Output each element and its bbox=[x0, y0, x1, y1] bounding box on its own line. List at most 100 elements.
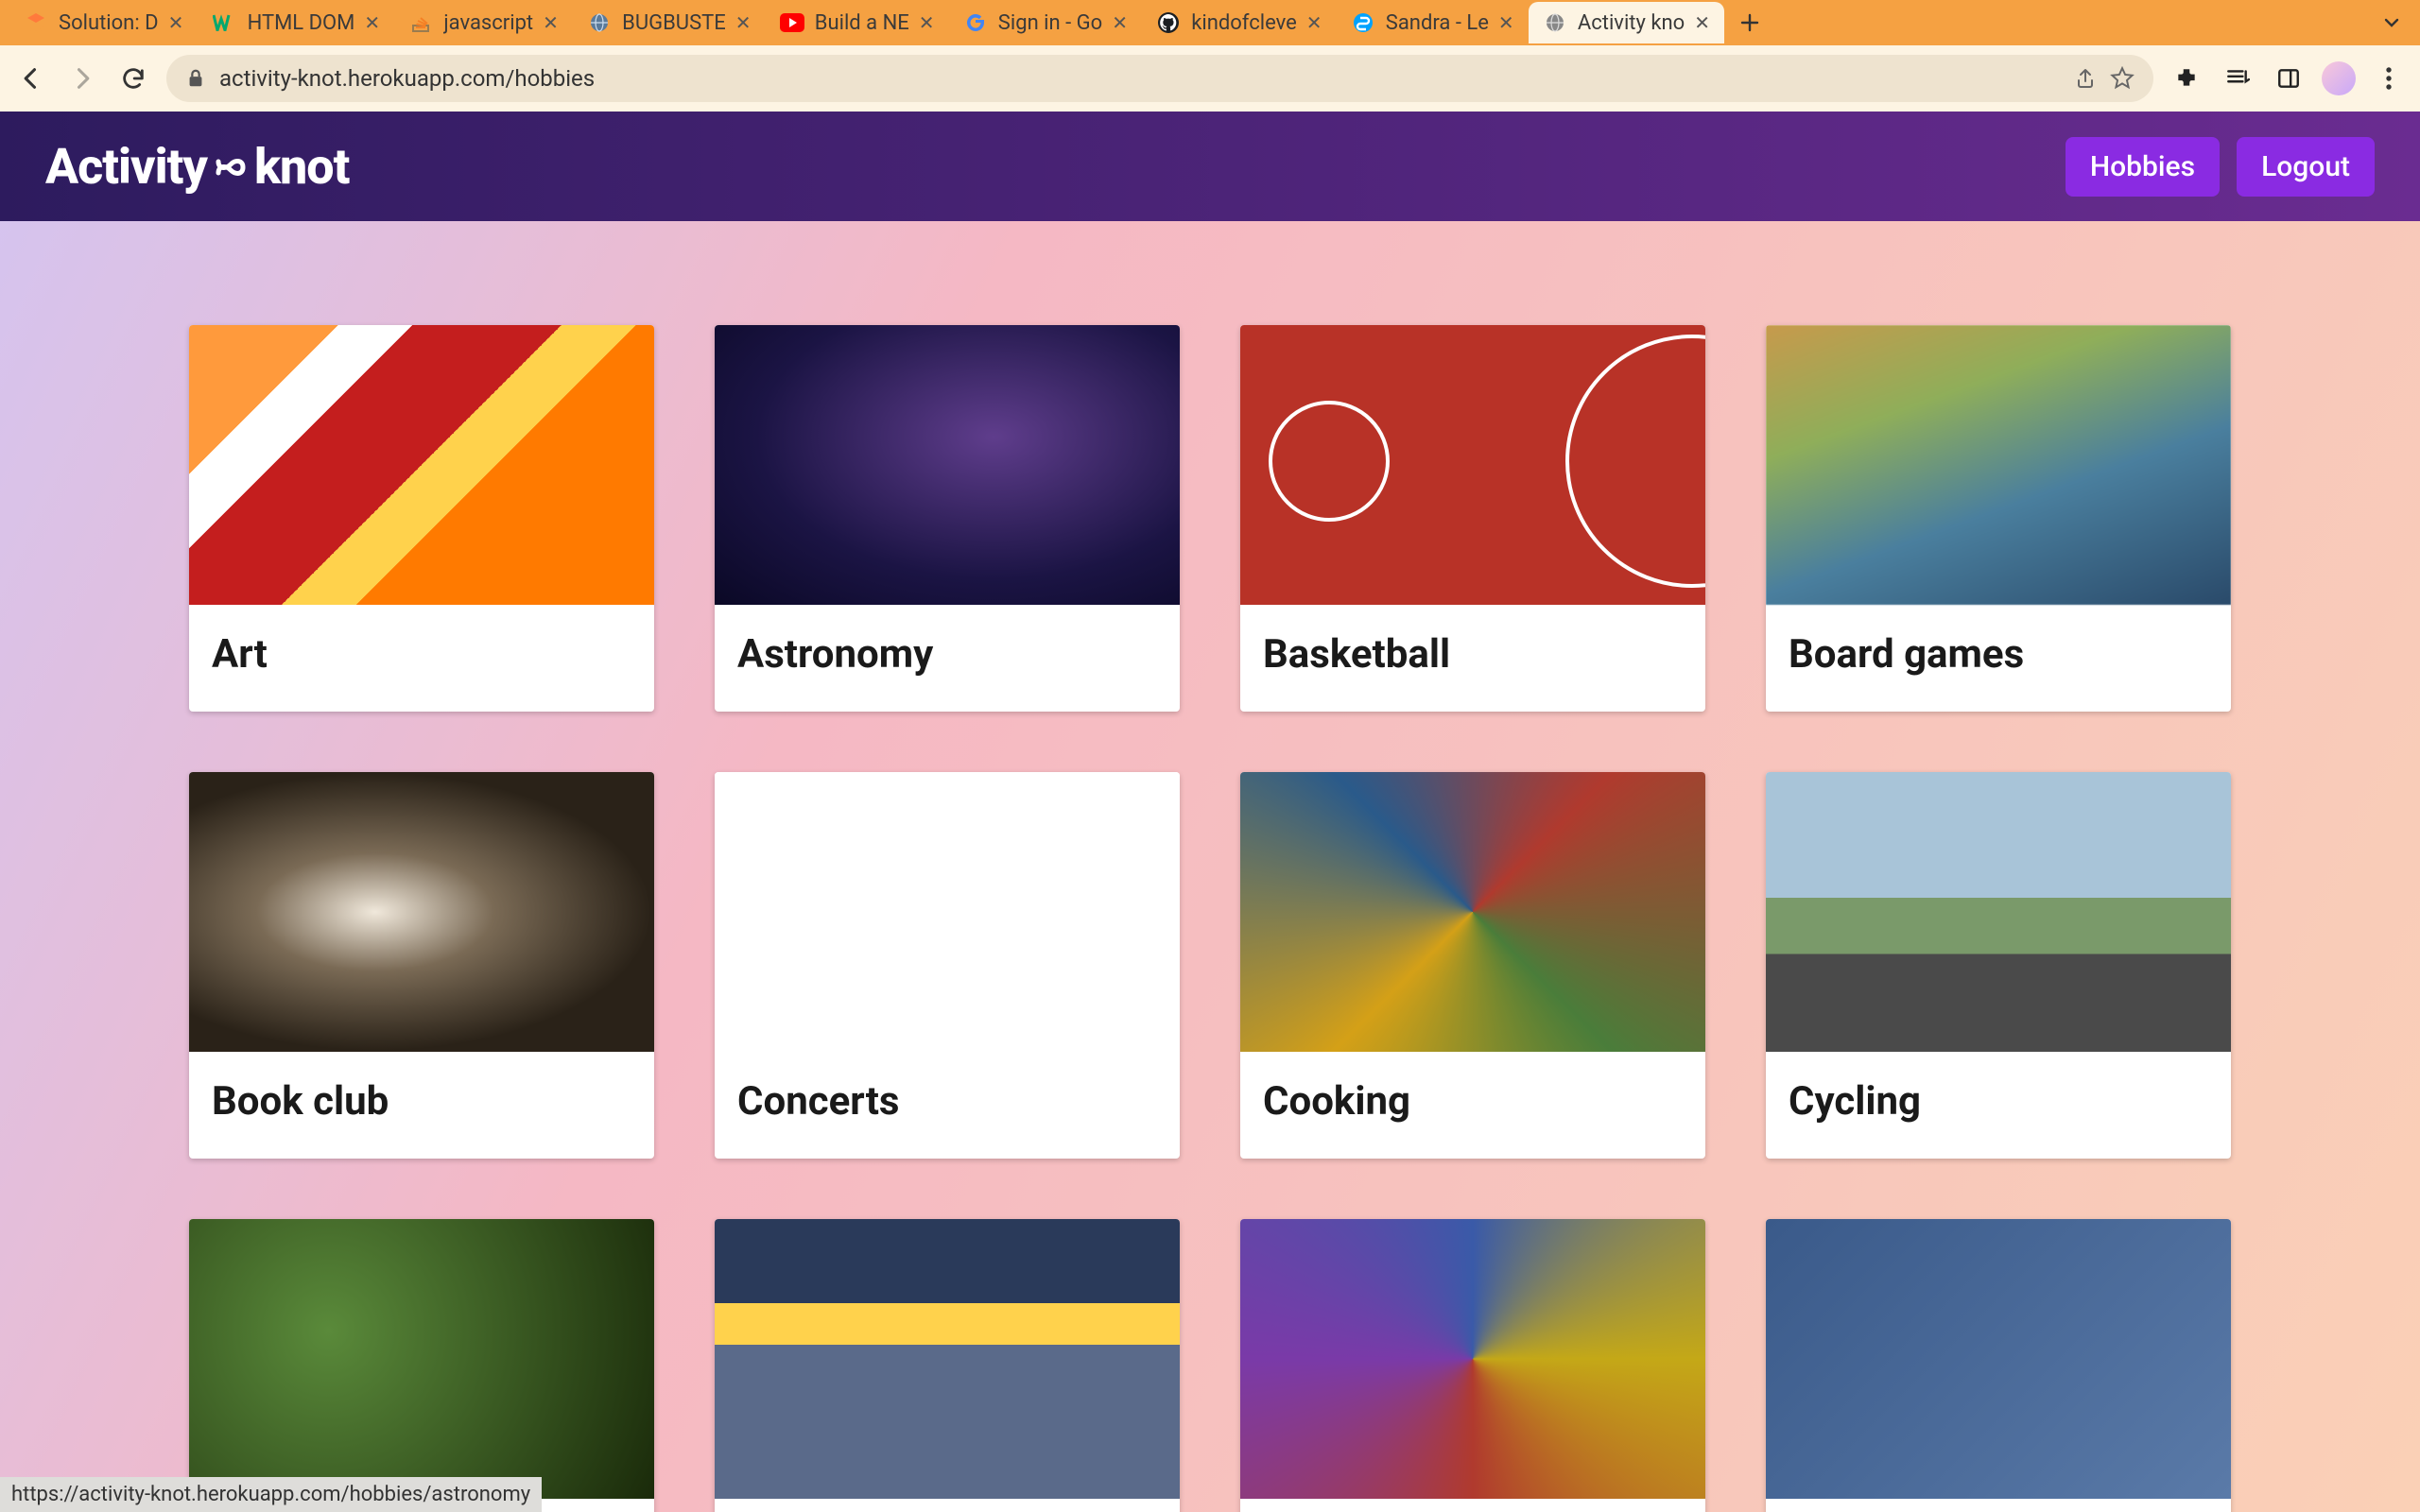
tab-favicon-icon bbox=[23, 9, 49, 36]
hobby-thumbnail bbox=[715, 772, 1180, 1052]
logo-text-a: Activity bbox=[45, 138, 207, 196]
hobby-label: Board games bbox=[1766, 605, 2231, 712]
browser-tab[interactable]: BUGBUSTE ✕ bbox=[573, 2, 766, 43]
hobby-thumbnail bbox=[189, 325, 654, 605]
tab-favicon-icon bbox=[1155, 9, 1182, 36]
hobby-card[interactable] bbox=[1766, 1219, 2231, 1512]
hobby-thumbnail bbox=[1240, 1219, 1705, 1499]
browser-tab[interactable]: Sign in - Go ✕ bbox=[949, 2, 1142, 43]
tab-title: Sandra - Le bbox=[1386, 11, 1489, 35]
url-text: activity-knot.herokuapp.com/hobbies bbox=[219, 65, 2061, 92]
browser-tab[interactable]: kindofcleve ✕ bbox=[1142, 2, 1337, 43]
tab-close-icon[interactable]: ✕ bbox=[919, 11, 936, 34]
tab-close-icon[interactable]: ✕ bbox=[168, 11, 185, 34]
tab-title: Build a NE bbox=[815, 11, 909, 35]
tab-favicon-icon bbox=[1350, 9, 1376, 36]
lock-icon bbox=[185, 68, 206, 89]
bookmark-star-icon[interactable] bbox=[2110, 66, 2135, 91]
hobby-thumbnail bbox=[189, 1219, 654, 1499]
logo-text-b: knot bbox=[254, 138, 349, 196]
hobby-label: Basketball bbox=[1240, 605, 1705, 712]
hobby-label: Cooking bbox=[1240, 1052, 1705, 1159]
hobby-grid: Art Astronomy Basketball Board games Book cl… bbox=[0, 221, 2420, 1512]
nav-right: Hobbies Logout bbox=[2066, 137, 2375, 197]
browser-chrome: Solution: D✕HTML DOM✕javascript✕BUGBUSTE… bbox=[0, 0, 2420, 112]
nav-link-hobbies[interactable]: Hobbies bbox=[2066, 137, 2220, 197]
tab-close-icon[interactable]: ✕ bbox=[364, 11, 381, 34]
hobby-card[interactable]: Board games bbox=[1766, 325, 2231, 712]
browser-tab[interactable]: Sandra - Le ✕ bbox=[1337, 2, 1529, 43]
hobby-label bbox=[715, 1499, 1180, 1512]
tab-favicon-icon bbox=[586, 9, 613, 36]
browser-tab[interactable]: Solution: D ✕ bbox=[9, 2, 199, 43]
back-button[interactable] bbox=[13, 60, 49, 96]
status-bar: https://activity-knot.herokuapp.com/hobb… bbox=[0, 1477, 542, 1512]
hobby-thumbnail bbox=[1766, 325, 2231, 605]
tab-favicon-icon bbox=[407, 9, 434, 36]
hobby-card[interactable]: Basketball bbox=[1240, 325, 1705, 712]
kebab-menu-icon[interactable] bbox=[2371, 60, 2407, 96]
hobby-label: Cycling bbox=[1766, 1052, 2231, 1159]
hobby-label bbox=[1766, 1499, 2231, 1512]
hobby-card[interactable]: Concerts bbox=[715, 772, 1180, 1159]
tab-favicon-icon bbox=[779, 9, 805, 36]
new-tab-button[interactable] bbox=[1734, 7, 1766, 39]
app-navbar: Activity knot Hobbies Logout bbox=[0, 112, 2420, 221]
knot-icon bbox=[209, 145, 252, 188]
tab-favicon-icon bbox=[1542, 9, 1568, 36]
hobby-thumbnail bbox=[1240, 325, 1705, 605]
side-panel-icon[interactable] bbox=[2271, 60, 2307, 96]
hobby-card[interactable]: Cooking bbox=[1240, 772, 1705, 1159]
tab-title: Solution: D bbox=[59, 11, 159, 35]
hobby-card[interactable]: Astronomy bbox=[715, 325, 1180, 712]
address-bar[interactable]: activity-knot.herokuapp.com/hobbies bbox=[166, 55, 2153, 102]
tab-close-icon[interactable]: ✕ bbox=[1112, 11, 1129, 34]
tab-close-icon[interactable]: ✕ bbox=[735, 11, 752, 34]
hobby-label: Concerts bbox=[715, 1052, 1180, 1159]
browser-tab[interactable]: javascript ✕ bbox=[394, 2, 573, 43]
browser-toolbar: activity-knot.herokuapp.com/hobbies bbox=[0, 45, 2420, 112]
tab-title: javascript bbox=[443, 11, 533, 35]
forward-button[interactable] bbox=[64, 60, 100, 96]
hobby-label: Astronomy bbox=[715, 605, 1180, 712]
tabs-dropdown-button[interactable] bbox=[2373, 4, 2411, 42]
browser-tab[interactable]: Build a NE ✕ bbox=[766, 2, 949, 43]
hobby-thumbnail bbox=[1240, 772, 1705, 1052]
tab-close-icon[interactable]: ✕ bbox=[1498, 11, 1515, 34]
tab-close-icon[interactable]: ✕ bbox=[1694, 11, 1711, 34]
extensions-icon[interactable] bbox=[2169, 60, 2204, 96]
nav-link-logout[interactable]: Logout bbox=[2237, 137, 2375, 197]
tab-favicon-icon bbox=[212, 9, 238, 36]
tab-title: Activity kno bbox=[1578, 11, 1685, 35]
browser-tab[interactable]: Activity kno ✕ bbox=[1529, 2, 1724, 43]
app-logo[interactable]: Activity knot bbox=[45, 138, 349, 196]
tab-favicon-icon bbox=[962, 9, 989, 36]
hobby-card[interactable]: Cycling bbox=[1766, 772, 2231, 1159]
hobby-card[interactable] bbox=[715, 1219, 1180, 1512]
reload-button[interactable] bbox=[115, 60, 151, 96]
hobby-label: Book club bbox=[189, 1052, 654, 1159]
tab-close-icon[interactable]: ✕ bbox=[1306, 11, 1323, 34]
browser-tab[interactable]: HTML DOM ✕ bbox=[199, 2, 395, 43]
hobby-label bbox=[1240, 1499, 1705, 1512]
tab-title: BUGBUSTE bbox=[622, 11, 726, 35]
hobby-thumbnail bbox=[715, 325, 1180, 605]
hobby-thumbnail bbox=[189, 772, 654, 1052]
page-content: Activity knot Hobbies Logout Art Astronom… bbox=[0, 112, 2420, 1512]
hobby-thumbnail bbox=[1766, 1219, 2231, 1499]
hobby-thumbnail bbox=[715, 1219, 1180, 1499]
hobby-card[interactable] bbox=[1240, 1219, 1705, 1512]
tab-title: Sign in - Go bbox=[998, 11, 1102, 35]
tab-close-icon[interactable]: ✕ bbox=[543, 11, 560, 34]
hobby-card[interactable]: Book club bbox=[189, 772, 654, 1159]
hobby-card[interactable] bbox=[189, 1219, 654, 1512]
share-icon[interactable] bbox=[2074, 67, 2097, 90]
hobby-label: Art bbox=[189, 605, 654, 712]
tab-title: kindofcleve bbox=[1191, 11, 1297, 35]
profile-avatar[interactable] bbox=[2322, 61, 2356, 95]
hobby-thumbnail bbox=[1766, 772, 2231, 1052]
hobby-card[interactable]: Art bbox=[189, 325, 654, 712]
tab-title: HTML DOM bbox=[248, 11, 355, 35]
tab-strip: Solution: D✕HTML DOM✕javascript✕BUGBUSTE… bbox=[0, 0, 2420, 45]
reading-list-icon[interactable] bbox=[2220, 60, 2256, 96]
